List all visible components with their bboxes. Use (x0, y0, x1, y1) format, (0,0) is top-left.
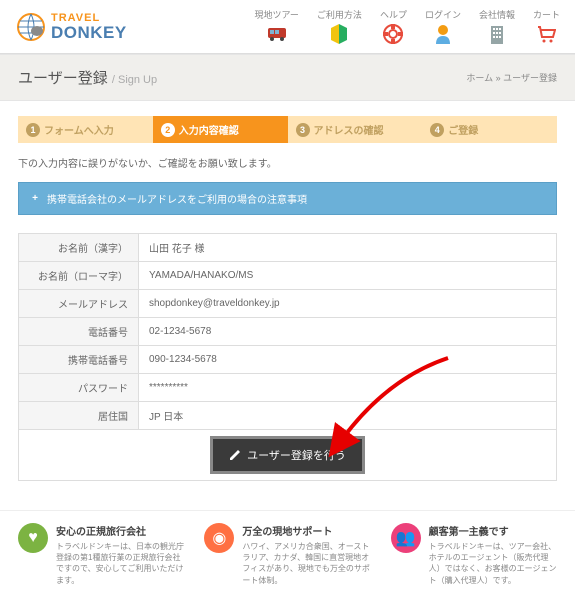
feature-support: ◉ 万全の現地サポート ハワイ、アメリカ合衆国、オーストラリア、カナダ、韓国に直… (204, 523, 370, 586)
table-row: お名前（ローマ字）YAMADA/HANAKO/MS (19, 262, 557, 290)
page-title-bar: ユーザー登録 / Sign Up ホーム » ユーザー登録 (0, 54, 575, 101)
table-row: メールアドレスshopdonkey@traveldonkey.jp (19, 290, 557, 318)
breadcrumb-current: ユーザー登録 (503, 73, 557, 83)
logo-text-donkey: DONKEY (51, 24, 127, 41)
bus-icon (266, 23, 288, 45)
step-confirm: 2入力内容確認 (153, 116, 288, 143)
nav-cart[interactable]: カート (533, 8, 560, 45)
table-row: 携帯電話番号090-1234-5678 (19, 346, 557, 374)
globe-donkey-icon (15, 11, 47, 43)
nav-login[interactable]: ログイン (425, 8, 461, 45)
building-icon (486, 23, 508, 45)
feature-licensed: ♥ 安心の正規旅行会社 トラベルドンキーは、日本の観光庁登録の第1種旅行業の正規… (18, 523, 184, 586)
table-row: 居住国JP 日本 (19, 402, 557, 430)
heart-icon: ♥ (18, 523, 48, 553)
page-title: ユーザー登録 / Sign Up (18, 67, 157, 88)
nav-howto[interactable]: ご利用方法 (317, 8, 362, 45)
plus-icon: + (29, 193, 41, 205)
breadcrumb-home[interactable]: ホーム (466, 73, 493, 83)
feature-customer-first: 👥 顧客第一主義です トラベルドンキーは、ツアー会社、ホテルのエージェント（販売… (391, 523, 557, 586)
features-row: ♥ 安心の正規旅行会社 トラベルドンキーは、日本の観光庁登録の第1種旅行業の正規… (0, 510, 575, 598)
step-form-input: 1フォームへ入力 (18, 116, 153, 143)
nav-company[interactable]: 会社情報 (479, 8, 515, 45)
edit-icon (229, 449, 241, 461)
instruction-text: 下の入力内容に誤りがないか、ご確認をお願い致します。 (18, 155, 557, 170)
nav-tours[interactable]: 現地ツアー (254, 8, 298, 45)
nav-help[interactable]: ヘルプ (380, 8, 407, 45)
cart-icon (535, 23, 557, 45)
logo-text-travel: TRAVEL (51, 13, 127, 24)
top-nav: 現地ツアー ご利用方法 ヘルプ ログイン 会社情報 カート (254, 8, 560, 45)
table-row: パスワード********** (19, 374, 557, 402)
logo[interactable]: TRAVEL DONKEY (15, 11, 127, 43)
breadcrumb: ホーム » ユーザー登録 (466, 71, 557, 84)
table-row: お名前（漢字）山田 花子 様 (19, 234, 557, 262)
lifebuoy-icon (382, 23, 404, 45)
user-icon (432, 23, 454, 45)
confirmation-table: お名前（漢字）山田 花子 様 お名前（ローマ字）YAMADA/HANAKO/MS… (18, 233, 557, 481)
register-submit-button[interactable]: ユーザー登録を行う (210, 436, 365, 474)
beginner-icon (328, 23, 350, 45)
header: TRAVEL DONKEY 現地ツアー ご利用方法 ヘルプ ログイン 会 (0, 0, 575, 54)
mobile-email-notice[interactable]: + 携帯電話会社のメールアドレスをご利用の場合の注意事項 (18, 182, 557, 215)
globe-icon: ◉ (204, 523, 234, 553)
table-row: 電話番号02-1234-5678 (19, 318, 557, 346)
step-register: 4ご登録 (422, 116, 557, 143)
step-address: 3アドレスの確認 (288, 116, 423, 143)
people-icon: 👥 (391, 523, 421, 553)
progress-steps: 1フォームへ入力 2入力内容確認 3アドレスの確認 4ご登録 (18, 116, 557, 143)
